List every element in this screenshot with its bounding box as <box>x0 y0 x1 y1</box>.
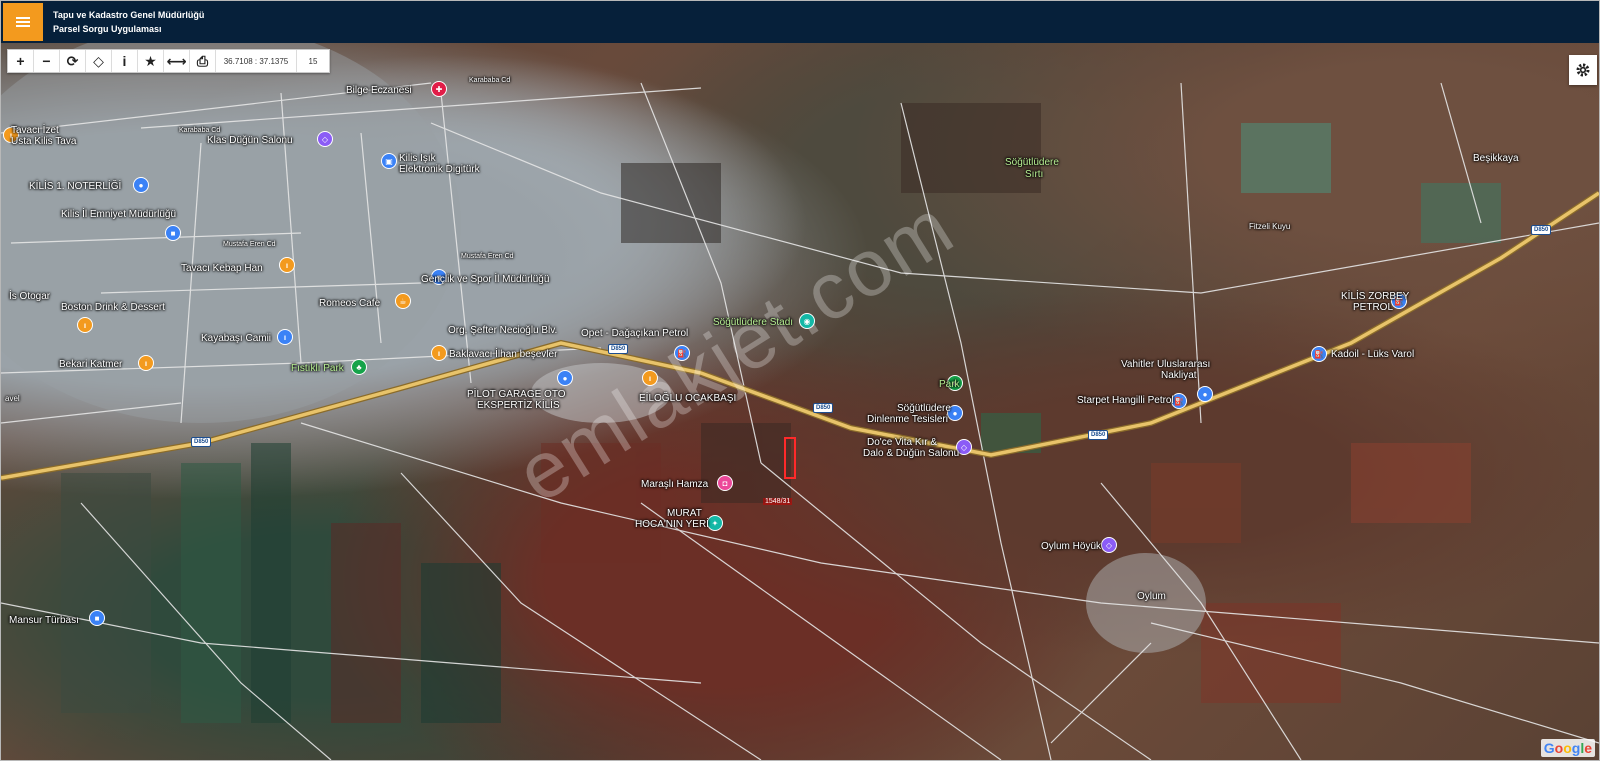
map-label: Fitzeli Kuyu <box>1249 222 1291 231</box>
map-label: Baklavacı İlhan beşevler <box>449 349 558 360</box>
pharmacy-pin-icon[interactable]: ✚ <box>431 81 447 97</box>
map-label: Vahitler Uluslararası <box>1121 359 1211 370</box>
government-pin-icon[interactable]: ■ <box>165 225 181 241</box>
restaurant-pin-icon[interactable]: ı <box>77 317 93 333</box>
map-label: Kilis Işık <box>399 153 436 164</box>
event-venue-pin-icon[interactable]: ◇ <box>317 131 333 147</box>
map-label: Elektronik Digitürk <box>399 164 480 175</box>
map-label: Maraşlı Hamza <box>641 479 709 490</box>
map-label: EKSPERTİZ KİLİS <box>477 400 560 411</box>
restaurant-pin-icon[interactable]: ı <box>279 257 295 273</box>
map-label: Nakliyat <box>1161 370 1197 381</box>
map-label: Mansur Türbası <box>9 615 79 626</box>
map-label: Klas Düğün Salonu <box>207 135 293 146</box>
map-road-label: Karababa Cd <box>469 77 511 84</box>
map-label: Starpet Hangilli Petrol <box>1077 395 1174 406</box>
map-label: Bekari Katmer <box>59 359 123 370</box>
app-title: Tapu ve Kadastro Genel Müdürlüğü Parsel … <box>53 8 204 36</box>
cafe-pin-icon[interactable]: ☕ <box>395 293 411 309</box>
refresh-icon[interactable]: ⟳ <box>60 50 86 72</box>
tomb-pin-icon[interactable]: ■ <box>89 610 105 626</box>
app-title-line1: Tapu ve Kadastro Genel Müdürlüğü <box>53 10 205 20</box>
attraction-pin-icon[interactable]: ✦ <box>707 515 723 531</box>
shopping-pin-icon[interactable]: ▣ <box>381 153 397 169</box>
bakery-pin-icon[interactable]: ı <box>431 345 447 361</box>
map-label: Dalo & Düğün Salonu <box>863 448 960 459</box>
map-label: Dinlenme Tesisleri <box>867 414 948 425</box>
map-label: Beşikkaya <box>1473 153 1519 164</box>
parcel-label[interactable]: 1548/31 <box>763 498 793 505</box>
map-label: Oylum Höyük <box>1041 541 1102 552</box>
zoom-in-button[interactable]: + <box>8 50 34 72</box>
measure-icon[interactable]: ⟷ <box>164 50 190 72</box>
zoom-out-button[interactable]: − <box>34 50 60 72</box>
park-pin-icon[interactable]: ♣ <box>351 359 367 375</box>
map-label: Tavacı Kebap Han <box>181 263 263 274</box>
map-road-label: Mustafa Eren Cd <box>461 253 514 260</box>
map-toolbar: + − ⟳ ◇ i ★ ⟷ ⎙ 36.7108 : 37.1375 15 <box>7 49 330 73</box>
map-label: Usta Kilis Tava <box>11 136 77 147</box>
car-service-pin-icon[interactable]: ● <box>557 370 573 386</box>
map-label: KİLİS ZORBEY <box>1341 291 1410 302</box>
road-shield: D850 <box>608 344 629 354</box>
map-label: PİLOT GARAGE OTO <box>467 389 566 400</box>
map-roads-layer <box>1 43 1599 760</box>
map-label: MURAT <box>667 508 702 519</box>
map-label: avel <box>5 394 20 403</box>
restaurant-pin-icon[interactable]: ı <box>642 370 658 386</box>
app-header: Tapu ve Kadastro Genel Müdürlüğü Parsel … <box>1 1 1599 44</box>
mosque-pin-icon[interactable]: ı <box>277 329 293 345</box>
map-label: HOCA'NIN YERİ <box>635 519 709 530</box>
map-label: Do'ce Vita Kır & <box>867 437 938 448</box>
map-label: Park <box>939 379 960 390</box>
map-label: Kayabaşı Camii <box>201 333 272 344</box>
map-canvas[interactable]: emlakjet.com D850 D850 D850 D850 D850 15… <box>1 43 1599 760</box>
road-shield: D850 <box>813 403 834 413</box>
map-label: Söğütlüdere <box>897 403 951 414</box>
locate-icon[interactable]: ◇ <box>86 50 112 72</box>
office-pin-icon[interactable]: ● <box>133 177 149 193</box>
map-label: Kilis İl Emniyet Müdürlüğü <box>61 209 177 220</box>
app-title-line2: Parsel Sorgu Uygulaması <box>53 24 162 34</box>
map-label: Söğütlüdere Stadı <box>713 317 794 328</box>
map-label: Tavacı İzet <box>11 125 59 136</box>
stadium-pin-icon[interactable]: ◉ <box>799 313 815 329</box>
app-frame: Tapu ve Kadastro Genel Müdürlüğü Parsel … <box>0 0 1600 761</box>
map-label: Kadoil - Lüks Varol <box>1331 349 1415 360</box>
coordinate-readout: 36.7108 : 37.1375 <box>216 50 297 72</box>
map-label: KİLİS 1. NOTERLİĞİ <box>29 181 122 192</box>
road-shield: D850 <box>1088 430 1109 440</box>
map-label: Romeos Cafe <box>319 298 381 309</box>
map-road-label: Org. Şefter Necioğlu Blv. <box>448 325 558 336</box>
road-shield: D850 <box>1531 225 1552 235</box>
restaurant-pin-icon[interactable]: ı <box>138 355 154 371</box>
gear-icon <box>1576 63 1590 77</box>
map-label: PETROL <box>1353 302 1394 313</box>
info-icon[interactable]: i <box>112 50 138 72</box>
road-shield: D850 <box>191 437 212 447</box>
settings-button[interactable] <box>1569 55 1597 85</box>
map-label: Bilge Eczanesi <box>346 85 412 96</box>
map-label: Oylum <box>1137 591 1166 602</box>
map-label: Fıstıklı Park <box>291 363 344 374</box>
map-label: Boston Drink & Dessert <box>61 302 165 313</box>
favorite-star-icon[interactable]: ★ <box>138 50 164 72</box>
zoom-level-readout: 15 <box>308 56 318 66</box>
map-label: İs Otogar <box>9 291 51 302</box>
historic-site-pin-icon[interactable]: ◇ <box>1101 537 1117 553</box>
fuel-pin-icon[interactable]: ⛽ <box>1311 346 1327 362</box>
map-road-label: Mustafa Eren Cd <box>223 241 276 248</box>
map-label: EİLOĞLU OCAKBAŞI <box>639 393 737 404</box>
print-icon[interactable]: ⎙ <box>190 50 216 72</box>
map-label: Opet - Dağaçıkan Petrol <box>581 328 689 339</box>
logistics-pin-icon[interactable]: ● <box>1197 386 1213 402</box>
google-attribution: Google <box>1540 739 1595 757</box>
hamburger-menu-button[interactable] <box>3 3 43 41</box>
dessert-pin-icon[interactable]: ◘ <box>717 475 733 491</box>
map-label: Gençlik ve Spor İl Müdürlüğü <box>421 274 550 285</box>
map-label: Sırtı <box>1025 169 1044 180</box>
hamburger-menu-icon <box>16 17 30 27</box>
map-label: Söğütlüdere <box>1005 157 1059 168</box>
fuel-pin-icon[interactable]: ⛽ <box>674 345 690 361</box>
